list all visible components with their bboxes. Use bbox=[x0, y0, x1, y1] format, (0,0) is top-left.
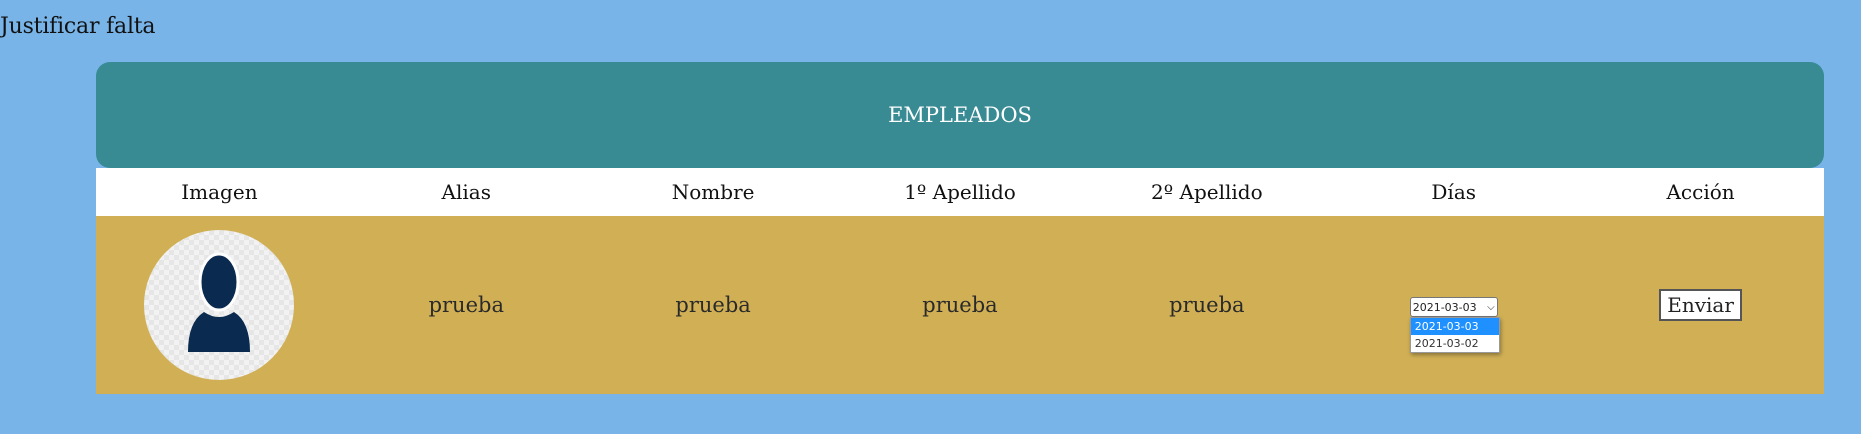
days-option[interactable]: 2021-03-03 bbox=[1410, 318, 1499, 335]
cell-alias: prueba bbox=[428, 293, 504, 317]
user-silhouette-icon bbox=[188, 252, 251, 352]
cell-apellido2: prueba bbox=[1169, 293, 1245, 317]
column-header-apellido2: 2º Apellido bbox=[1151, 180, 1263, 204]
page-heading: Justificar falta bbox=[0, 14, 156, 39]
days-dropdown-list: 2021-03-03 2021-03-02 bbox=[1409, 317, 1500, 353]
column-header-alias: Alias bbox=[441, 180, 491, 204]
cell-apellido1: prueba bbox=[922, 293, 998, 317]
cell-nombre: prueba bbox=[675, 293, 751, 317]
cell-dias: 2021-03-03 ⌵ 2021-03-03 2021-03-02 bbox=[1330, 295, 1577, 353]
column-header-apellido1: 1º Apellido bbox=[904, 180, 1016, 204]
employees-panel: EMPLEADOS Imagen Alias Nombre 1º Apellid… bbox=[96, 62, 1824, 394]
days-select-value: 2021-03-03 bbox=[1412, 300, 1477, 314]
days-select-wrapper: 2021-03-03 ⌵ 2021-03-03 2021-03-02 bbox=[1409, 297, 1500, 353]
table-row: prueba prueba prueba prueba 2021-03-03 ⌵… bbox=[96, 216, 1824, 394]
cell-imagen bbox=[96, 230, 343, 380]
panel-header: EMPLEADOS bbox=[96, 62, 1824, 168]
avatar bbox=[144, 230, 295, 380]
panel-title: EMPLEADOS bbox=[888, 103, 1032, 127]
days-option[interactable]: 2021-03-02 bbox=[1411, 335, 1499, 352]
column-header-nombre: Nombre bbox=[671, 180, 755, 204]
column-header-imagen: Imagen bbox=[181, 180, 258, 204]
column-header-accion: Acción bbox=[1666, 180, 1735, 204]
chevron-down-icon: ⌵ bbox=[1487, 301, 1495, 313]
days-select[interactable]: 2021-03-03 ⌵ bbox=[1409, 297, 1498, 317]
cell-accion: Enviar bbox=[1577, 289, 1824, 321]
send-button[interactable]: Enviar bbox=[1659, 289, 1742, 321]
column-header-dias: Días bbox=[1431, 180, 1477, 204]
column-headers: Imagen Alias Nombre 1º Apellido 2º Apell… bbox=[96, 168, 1824, 216]
